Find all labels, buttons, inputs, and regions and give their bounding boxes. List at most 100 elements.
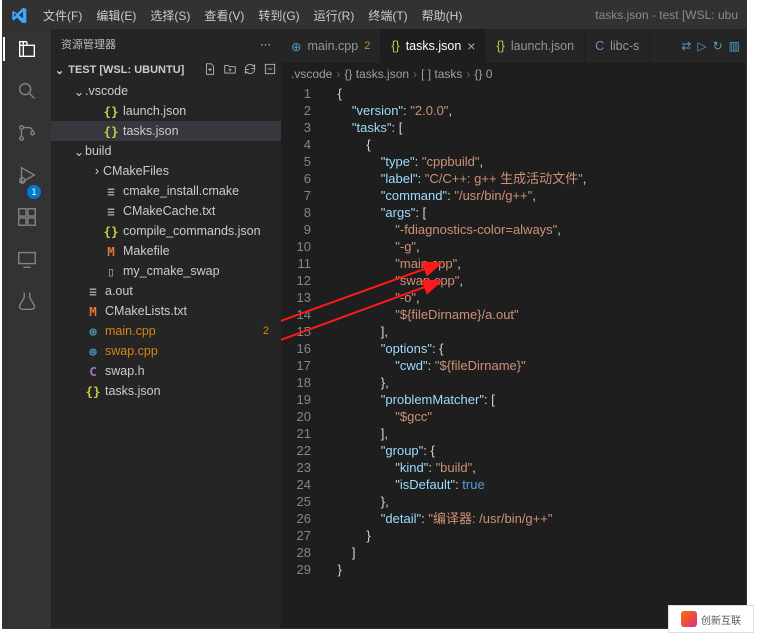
code-line[interactable]: 1 { <box>281 85 746 102</box>
code-line[interactable]: 25 }, <box>281 493 746 510</box>
tree-row[interactable]: ›CMakeFiles <box>51 161 281 181</box>
tree-row[interactable]: ⊕swap.cpp <box>51 341 281 361</box>
breadcrumbs[interactable]: .vscode › {} tasks.json › [ ] tasks › {}… <box>281 63 746 85</box>
code-line[interactable]: 18 }, <box>281 374 746 391</box>
code-editor[interactable]: 1 {2 "version": "2.0.0",3 "tasks": [4 {5… <box>281 85 746 628</box>
tree-row[interactable]: ≡cmake_install.cmake <box>51 181 281 201</box>
tree-row[interactable]: MMakefile <box>51 241 281 261</box>
run-icon[interactable]: ▷ <box>697 39 706 53</box>
code-text: "detail": "编译器: /usr/bin/g++" <box>323 510 552 527</box>
code-line[interactable]: 2 "version": "2.0.0", <box>281 102 746 119</box>
compare-icon[interactable]: ⇄ <box>681 39 691 53</box>
line-number: 25 <box>281 493 323 510</box>
tree-row[interactable]: Cswap.h <box>51 361 281 381</box>
refresh-icon[interactable] <box>243 62 257 79</box>
explorer-icon[interactable] <box>15 37 39 61</box>
tree-row[interactable]: ▯my_cmake_swap <box>51 261 281 281</box>
breadcrumb-item[interactable]: [ ] tasks <box>421 67 462 81</box>
code-line[interactable]: 20 "$gcc" <box>281 408 746 425</box>
line-number: 14 <box>281 306 323 323</box>
file-icon: {} <box>103 104 119 119</box>
code-text: ], <box>323 323 388 340</box>
tree-label: build <box>85 144 111 158</box>
split-icon[interactable]: ▥ <box>729 39 740 53</box>
run-debug-icon[interactable] <box>15 163 39 187</box>
breadcrumb-item[interactable]: .vscode <box>291 67 332 81</box>
code-text: "$gcc" <box>323 408 432 425</box>
close-icon[interactable]: × <box>467 38 475 54</box>
editor-tab[interactable]: ⊕main.cpp2 <box>281 29 381 63</box>
code-line[interactable]: 14 "${fileDirname}/a.out" <box>281 306 746 323</box>
code-text: "type": "cppbuild", <box>323 153 483 170</box>
tree-row[interactable]: {}tasks.json <box>51 381 281 401</box>
new-folder-icon[interactable] <box>223 62 237 79</box>
breadcrumb-item[interactable]: {} 0 <box>474 67 492 81</box>
extensions-icon[interactable] <box>15 205 39 229</box>
tree-row[interactable]: ⌄.vscode <box>51 81 281 101</box>
menu-item[interactable]: 编辑(E) <box>90 3 142 28</box>
refresh-icon[interactable]: ↻ <box>713 39 723 53</box>
tree-row[interactable]: {}tasks.json <box>51 121 281 141</box>
code-line[interactable]: 21 ], <box>281 425 746 442</box>
tree-row[interactable]: {}launch.json <box>51 101 281 121</box>
source-control-icon[interactable] <box>15 121 39 145</box>
code-line[interactable]: 19 "problemMatcher": [ <box>281 391 746 408</box>
code-line[interactable]: 15 ], <box>281 323 746 340</box>
tree-label: .vscode <box>85 84 128 98</box>
code-line[interactable]: 24 "isDefault": true <box>281 476 746 493</box>
editor-tab[interactable]: Clibc-s <box>585 29 650 63</box>
remote-icon[interactable] <box>15 247 39 271</box>
code-line[interactable]: 28 ] <box>281 544 746 561</box>
code-line[interactable]: 12 "swap.cpp", <box>281 272 746 289</box>
menu-item[interactable]: 文件(F) <box>37 3 88 28</box>
menu-item[interactable]: 终端(T) <box>362 3 413 28</box>
editor-tab[interactable]: {}launch.json <box>486 29 585 63</box>
code-line[interactable]: 16 "options": { <box>281 340 746 357</box>
collapse-icon[interactable] <box>263 62 277 79</box>
more-icon[interactable]: ⋯ <box>260 38 271 51</box>
code-line[interactable]: 9 "-fdiagnostics-color=always", <box>281 221 746 238</box>
code-line[interactable]: 10 "-g", <box>281 238 746 255</box>
tree-row[interactable]: ⌄build <box>51 141 281 161</box>
tree-row[interactable]: {} compile_commands.json <box>51 221 281 241</box>
file-icon: ≡ <box>85 284 101 299</box>
code-line[interactable]: 27 } <box>281 527 746 544</box>
problems-badge: 2 <box>364 40 370 52</box>
file-icon: {} <box>103 224 119 239</box>
tree-row[interactable]: ≡a.out <box>51 281 281 301</box>
editor-tab[interactable]: {}tasks.json× <box>381 29 486 63</box>
sidebar-section[interactable]: ⌄ TEST [WSL: UBUNTU] <box>51 59 281 81</box>
code-line[interactable]: 22 "group": { <box>281 442 746 459</box>
code-line[interactable]: 7 "command": "/usr/bin/g++", <box>281 187 746 204</box>
code-text: }, <box>323 374 389 391</box>
tree-row[interactable]: ≡CMakeCache.txt <box>51 201 281 221</box>
file-icon: ▯ <box>103 264 119 279</box>
search-icon[interactable] <box>15 79 39 103</box>
code-line[interactable]: 4 { <box>281 136 746 153</box>
line-number: 12 <box>281 272 323 289</box>
menu-item[interactable]: 查看(V) <box>198 3 250 28</box>
tree-row[interactable]: MCMakeLists.txt <box>51 301 281 321</box>
new-file-icon[interactable] <box>203 62 217 79</box>
line-number: 2 <box>281 102 323 119</box>
code-line[interactable]: 13 "-o", <box>281 289 746 306</box>
tree-label: compile_commands.json <box>123 224 261 238</box>
menu-item[interactable]: 选择(S) <box>144 3 196 28</box>
tree-row[interactable]: ⊕main.cpp2 <box>51 321 281 341</box>
code-line[interactable]: 5 "type": "cppbuild", <box>281 153 746 170</box>
code-line[interactable]: 29 } <box>281 561 746 578</box>
menu-item[interactable]: 帮助(H) <box>416 3 469 28</box>
code-line[interactable]: 23 "kind": "build", <box>281 459 746 476</box>
testing-icon[interactable] <box>15 289 39 313</box>
menu-item[interactable]: 转到(G) <box>252 3 305 28</box>
code-line[interactable]: 3 "tasks": [ <box>281 119 746 136</box>
code-line[interactable]: 26 "detail": "编译器: /usr/bin/g++" <box>281 510 746 527</box>
menu-item[interactable]: 运行(R) <box>308 3 361 28</box>
breadcrumb-item[interactable]: {} tasks.json <box>344 67 409 81</box>
code-line[interactable]: 17 "cwd": "${fileDirname}" <box>281 357 746 374</box>
code-line[interactable]: 11 "main.cpp", <box>281 255 746 272</box>
breadcrumb-sep: › <box>336 67 340 81</box>
code-line[interactable]: 8 "args": [ <box>281 204 746 221</box>
code-line[interactable]: 6 "label": "C/C++: g++ 生成活动文件", <box>281 170 746 187</box>
file-icon: ⊕ <box>85 344 101 359</box>
